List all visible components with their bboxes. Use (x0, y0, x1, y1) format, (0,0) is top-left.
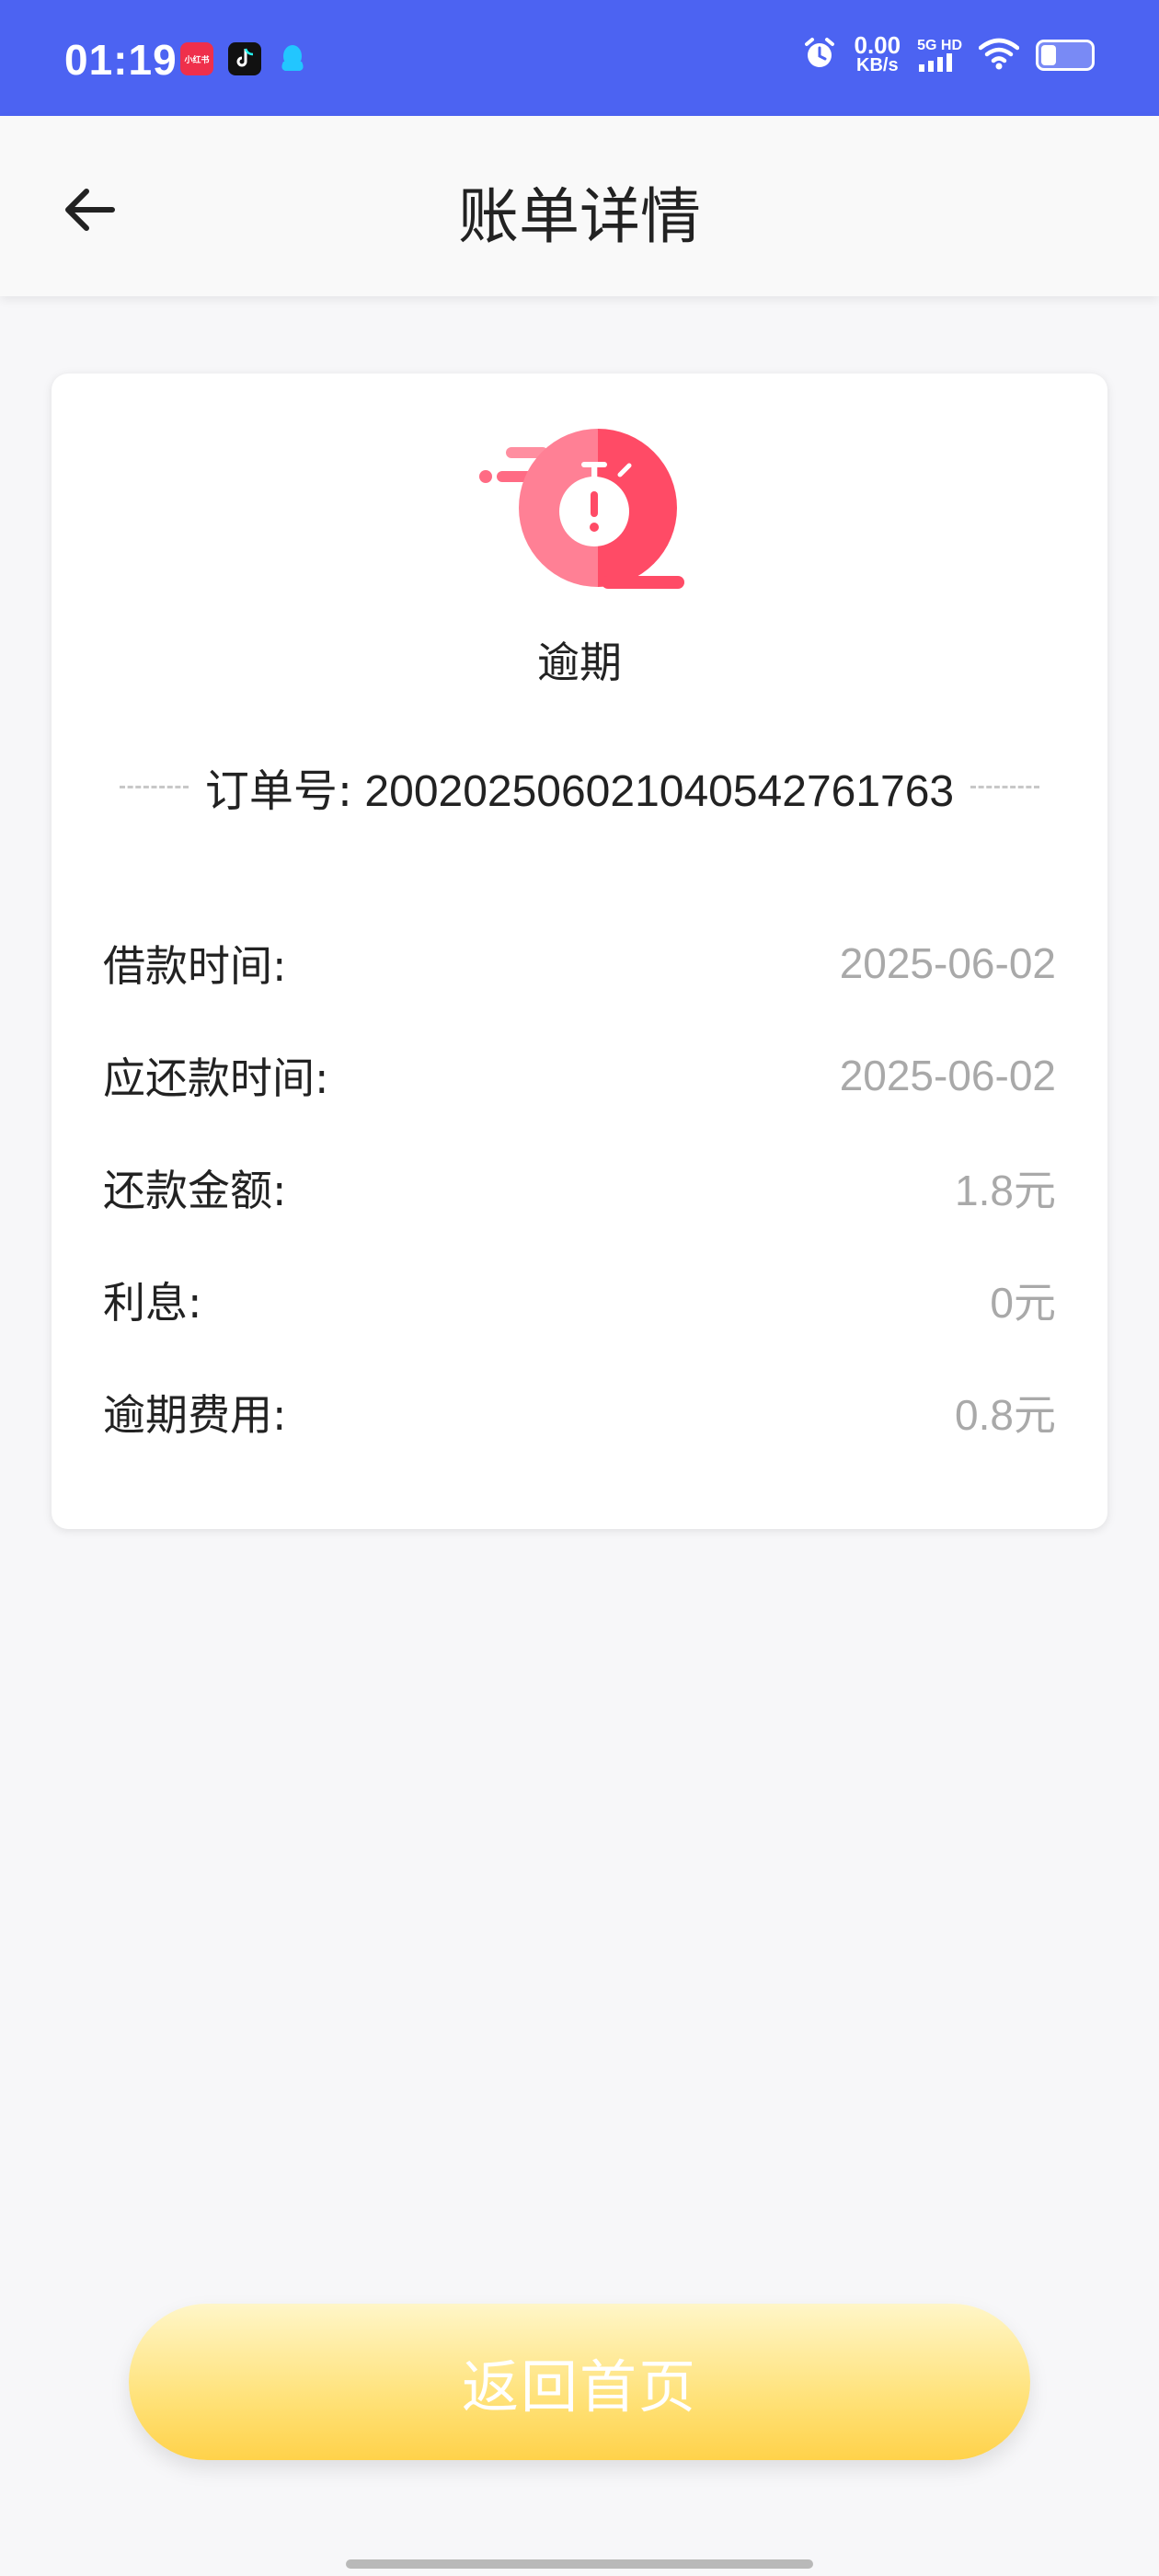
dashed-divider-right (970, 785, 1039, 788)
info-row-overdue-fee: 逾期费用: 0.8元 (103, 1356, 1056, 1468)
return-home-button[interactable]: 返回首页 (129, 2304, 1030, 2460)
battery-level (1041, 45, 1056, 65)
status-bar: 01:19 小红书 0.00 KB/s 5G HD (0, 0, 1159, 116)
network-speed-value: 0.00 (854, 31, 901, 59)
info-label: 应还款时间: (103, 1053, 329, 1103)
bill-status-label: 逾期 (537, 638, 622, 687)
order-number-label: 订单号: (204, 765, 353, 817)
signal-bars-icon (919, 53, 953, 72)
bill-info-list: 借款时间: 2025-06-02 应还款时间: 2025-06-02 还款金额:… (103, 907, 1056, 1468)
xiaohongshu-icon: 小红书 (180, 42, 213, 75)
status-app-icons: 小红书 (180, 42, 309, 75)
qq-icon (276, 42, 309, 75)
info-value: 0.8元 (955, 1391, 1056, 1439)
info-value: 2025-06-02 (839, 939, 1056, 987)
bill-detail-card: 逾期 订单号: 200202506021040542761763 借款时间: 2… (52, 374, 1107, 1529)
network-speed-unit: KB/s (856, 55, 899, 75)
info-label: 逾期费用: (103, 1390, 287, 1440)
dashed-divider-left (120, 785, 189, 788)
app-header: 账单详情 (0, 116, 1159, 296)
alarm-icon (802, 36, 837, 75)
network-speed: 0.00 KB/s (854, 31, 901, 75)
page-title: 账单详情 (458, 181, 701, 252)
gesture-home-indicator[interactable] (346, 2559, 813, 2569)
info-value: 0元 (990, 1279, 1056, 1327)
cellular-signal: 5G HD (917, 39, 962, 72)
order-number: 订单号: 200202506021040542761763 (205, 754, 954, 819)
wifi-icon (978, 37, 1020, 74)
info-row-loan-time: 借款时间: 2025-06-02 (103, 907, 1056, 1019)
info-label: 利息: (103, 1278, 202, 1328)
info-row-interest: 利息: 0元 (103, 1244, 1056, 1356)
order-number-row: 订单号: 200202506021040542761763 (103, 754, 1056, 819)
douyin-icon (228, 42, 261, 75)
overdue-stopwatch-icon (473, 420, 694, 604)
status-time: 01:19 (64, 36, 178, 84)
info-value: 1.8元 (955, 1167, 1056, 1214)
info-row-due-time: 应还款时间: 2025-06-02 (103, 1019, 1056, 1132)
battery-icon (1036, 40, 1095, 71)
signal-label: 5G HD (917, 38, 962, 53)
order-number-value: 200202506021040542761763 (364, 767, 955, 816)
info-row-repay-amount: 还款金额: 1.8元 (103, 1132, 1056, 1244)
info-label: 借款时间: (103, 941, 287, 991)
info-label: 还款金额: (103, 1166, 287, 1215)
info-value: 2025-06-02 (839, 1052, 1056, 1099)
status-indicators: 0.00 KB/s 5G HD (802, 31, 1095, 75)
